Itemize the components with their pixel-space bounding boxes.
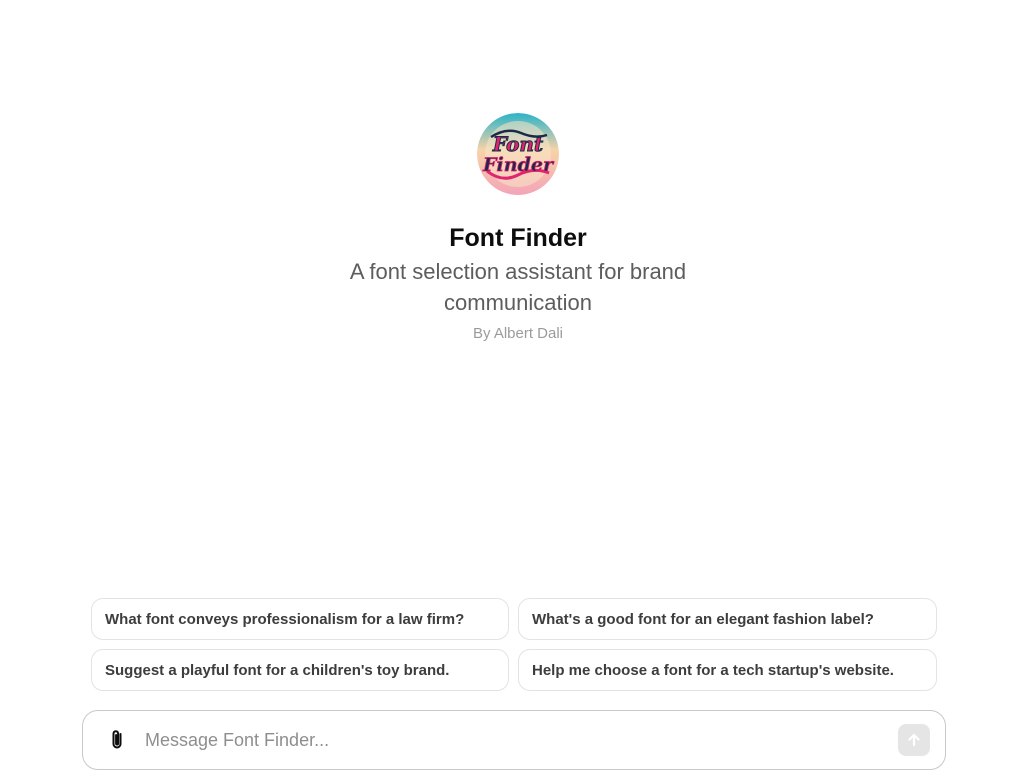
gpt-author: By Albert Dali [472,325,564,342]
send-button[interactable] [898,724,930,756]
avatar-text-line1: Font [492,132,544,156]
avatar-text-line2: Finder [482,154,555,176]
attach-button[interactable] [105,728,129,752]
starter-button[interactable]: Help me choose a font for a tech startup… [518,649,937,691]
starter-button[interactable]: Suggest a playful font for a children's … [91,649,509,691]
starter-button[interactable]: What's a good font for an elegant fashio… [518,598,937,640]
gpt-avatar: Font Finder [477,113,559,195]
paperclip-icon [112,730,122,749]
gpt-chat-page: Font Finder Font Finder A font selection… [0,0,1027,780]
message-composer [82,710,946,770]
gpt-description: A font selection assistant for brand com… [349,259,687,315]
gpt-title: Font Finder [449,224,587,252]
font-finder-logo-icon: Font Finder [477,113,559,195]
conversation-starters: What font conveys professionalism for a … [91,598,937,691]
arrow-up-icon [908,733,920,747]
gpt-header: Font Finder Font Finder A font selection… [0,113,1027,344]
message-input[interactable] [145,729,898,751]
starter-button[interactable]: What font conveys professionalism for a … [91,598,509,640]
